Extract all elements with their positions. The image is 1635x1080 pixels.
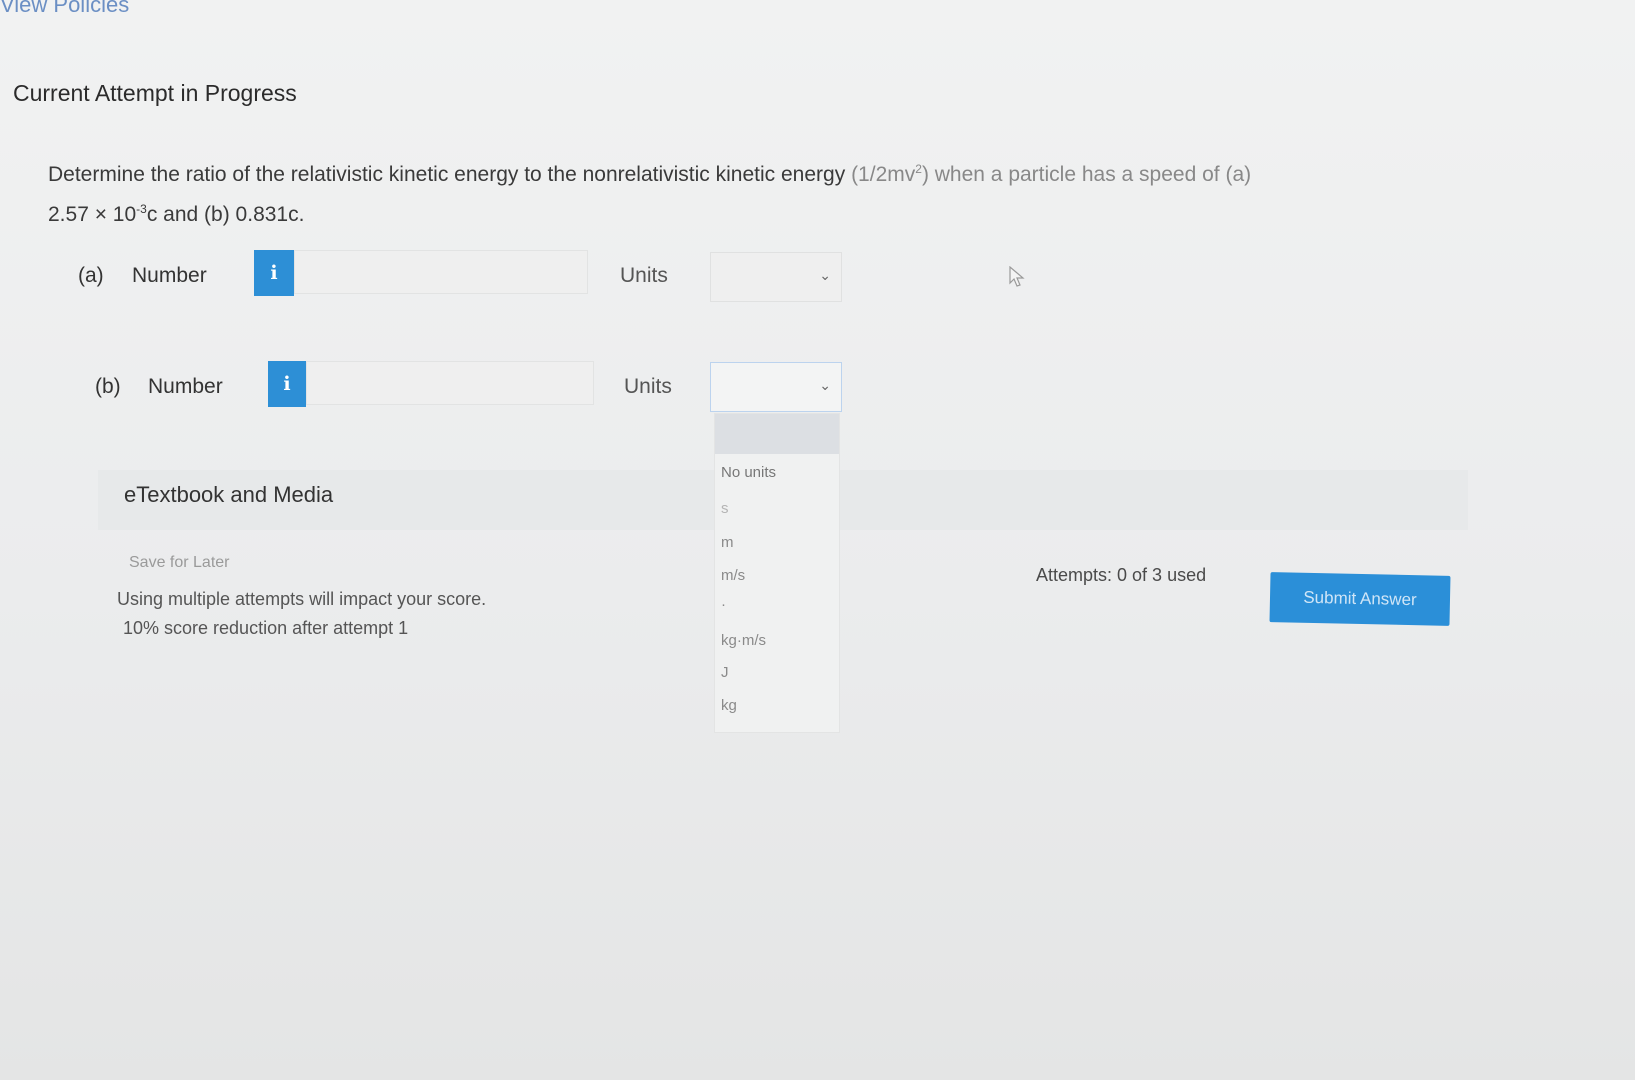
part-a-units-label: Units: [620, 264, 668, 287]
dropdown-option[interactable]: J: [721, 664, 729, 681]
dropdown-option[interactable]: ·: [721, 596, 726, 613]
etextbook-label[interactable]: eTextbook and Media: [124, 482, 333, 508]
dropdown-highlight[interactable]: [715, 414, 839, 454]
question-line2: 2.57 × 10-3c and (b) 0.831c.: [48, 202, 305, 226]
dropdown-option[interactable]: m: [721, 534, 734, 551]
attempts-notice-line1: Using multiple attempts will impact your…: [117, 589, 487, 609]
part-b-units-label: Units: [624, 375, 672, 398]
part-a-units-select[interactable]: ⌄: [710, 252, 842, 302]
units-dropdown-list[interactable]: No units s m m/s · kg·m/s J kg: [714, 413, 840, 733]
part-b-label: (b): [95, 375, 121, 398]
part-b-units-select[interactable]: ⌄: [710, 362, 842, 412]
part-b-number-input[interactable]: [306, 361, 594, 405]
view-policies-link[interactable]: View Policies: [0, 0, 129, 18]
dropdown-option[interactable]: kg·m/s: [721, 632, 766, 649]
attempt-title: Current Attempt in Progress: [13, 80, 297, 106]
question-text: Determine the ratio of the relativistic …: [48, 152, 1488, 232]
save-for-later-link[interactable]: Save for Later: [129, 554, 230, 572]
dropdown-option[interactable]: kg: [721, 697, 737, 714]
attempts-counter: Attempts: 0 of 3 used: [1036, 565, 1207, 585]
chevron-down-icon: ⌄: [819, 377, 831, 393]
part-a-number-input[interactable]: [294, 250, 588, 294]
submit-answer-button[interactable]: Submit Answer: [1269, 572, 1451, 626]
part-a-number-label: Number: [132, 264, 207, 287]
part-a-info-icon[interactable]: i: [254, 250, 294, 296]
part-a-label: (a): [78, 264, 104, 287]
dropdown-option[interactable]: No units: [721, 464, 776, 481]
dropdown-option[interactable]: m/s: [721, 567, 745, 584]
attempts-notice-line2: 10% score reduction after attempt 1: [123, 618, 409, 638]
mouse-cursor-icon: [1009, 266, 1025, 287]
part-b-info-icon[interactable]: i: [268, 361, 306, 407]
chevron-down-icon: ⌄: [819, 267, 831, 283]
question-formula: (1/2mv2) when a particle has a speed of …: [851, 162, 1252, 186]
dropdown-option[interactable]: s: [721, 500, 729, 517]
question-main: Determine the ratio of the relativistic …: [48, 163, 846, 186]
part-b-number-label: Number: [148, 375, 223, 398]
